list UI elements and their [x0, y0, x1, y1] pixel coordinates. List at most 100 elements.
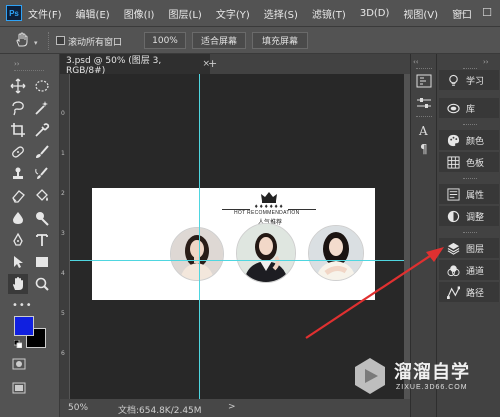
move-tool-icon[interactable] [8, 76, 28, 96]
restore-button[interactable]: ☐ [474, 0, 500, 24]
marquee-tool-icon[interactable] [32, 76, 52, 96]
layers-icon [447, 242, 460, 255]
watermark-logo [355, 358, 385, 394]
vertical-ruler: 0 1 2 3 4 5 6 [60, 74, 70, 399]
channels-icon [447, 264, 460, 276]
zoom-tool-icon[interactable] [32, 274, 52, 294]
fit-screen-button[interactable]: 适合屏幕 [192, 32, 246, 49]
menu-edit[interactable]: 编辑(E) [76, 6, 110, 21]
panel-channels[interactable]: 通道 [439, 260, 499, 280]
panel-libraries[interactable]: 库 [439, 98, 499, 118]
blur-tool-icon[interactable] [8, 208, 28, 228]
type-tool-icon[interactable] [32, 230, 52, 250]
dropdown-arrow-icon[interactable]: ▾ [34, 39, 38, 47]
panel-grip [463, 178, 477, 180]
clone-stamp-tool-icon[interactable] [8, 164, 28, 184]
swatches-icon [447, 155, 460, 169]
menu-image[interactable]: 图像(I) [124, 6, 155, 21]
collapse-icon[interactable]: ›› [14, 60, 20, 68]
zoom-level[interactable]: 50% [68, 403, 88, 413]
properties-icon [447, 187, 460, 201]
paint-bucket-tool-icon[interactable] [32, 186, 52, 206]
panel-adjustments[interactable]: 调整 [439, 206, 499, 226]
library-icon [447, 103, 460, 113]
menu-filter[interactable]: 滤镜(T) [312, 6, 346, 21]
expand-icon[interactable]: ‹‹ [413, 58, 419, 66]
watermark-title: 溜溜自学 [394, 362, 470, 383]
panel-grip [416, 116, 432, 117]
tools-panel: ›› ••• [0, 54, 60, 417]
separator [48, 32, 49, 50]
document-canvas[interactable]: ♦♦♦♦♦♦ HOT RECOMMENDATION 人气推荐 [92, 188, 375, 300]
options-bar: ▾ 滚动所有窗口 100% 适合屏幕 填充屏幕 [0, 26, 500, 54]
panel-paths[interactable]: 路径 [439, 282, 499, 302]
ruler-mark: 3 [61, 230, 65, 237]
new-tab-icon[interactable]: + [208, 57, 217, 70]
more-tools-icon[interactable]: ••• [12, 300, 33, 311]
horizontal-guide[interactable] [60, 260, 404, 261]
watermark-url: ZIXUE.3D66.COM [396, 384, 468, 391]
palette-icon [447, 134, 460, 146]
scroll-all-label: 滚动所有窗口 [68, 38, 123, 48]
crop-tool-icon[interactable] [8, 120, 28, 140]
adjust-icon [447, 210, 460, 222]
watermark: 溜溜自学 ZIXUE.3D66.COM [352, 352, 500, 404]
panel-channels-label: 通道 [466, 266, 485, 277]
panel-color[interactable]: 颜色 [439, 130, 499, 150]
ruler-mark: 0 [61, 110, 65, 117]
eraser-tool-icon[interactable] [8, 186, 28, 206]
panel-properties[interactable]: 属性 [439, 184, 499, 204]
lasso-tool-icon[interactable] [8, 98, 28, 118]
eyedropper-tool-icon[interactable] [32, 120, 52, 140]
panel-grip [463, 124, 477, 126]
minimize-button[interactable]: — [448, 0, 474, 24]
pen-tool-icon[interactable] [8, 230, 28, 250]
ruler-mark: 5 [61, 310, 65, 317]
foreground-color-swatch[interactable] [14, 316, 34, 336]
fill-screen-button[interactable]: 填充屏幕 [252, 32, 308, 49]
panel-libraries-label: 库 [466, 104, 476, 115]
healing-brush-tool-icon[interactable] [8, 142, 28, 162]
brush-tool-icon[interactable] [32, 142, 52, 162]
hand-tool-icon[interactable] [14, 32, 32, 50]
model-photo-3 [308, 225, 364, 281]
panel-grip [14, 70, 44, 71]
menu-select[interactable]: 选择(S) [264, 6, 298, 21]
adjust-sliders-icon[interactable] [416, 96, 432, 110]
hand-tool-active-icon[interactable] [8, 274, 28, 294]
panel-layers-label: 图层 [466, 244, 485, 255]
panel-layers[interactable]: 图层 [439, 238, 499, 258]
menu-3d[interactable]: 3D(D) [360, 8, 390, 19]
collapse-dock-icon[interactable]: ›› [483, 58, 489, 66]
panel-learn[interactable]: 学习 [439, 70, 499, 90]
rectangle-tool-icon[interactable] [32, 252, 52, 272]
quick-mask-icon[interactable] [12, 358, 26, 370]
canvas-area[interactable]: ♦♦♦♦♦♦ HOT RECOMMENDATION 人气推荐 [60, 74, 404, 399]
menu-view[interactable]: 视图(V) [403, 6, 438, 21]
character-panel-icon[interactable]: A [419, 124, 428, 138]
dodge-tool-icon[interactable] [32, 208, 52, 228]
banner-heading: HOT RECOMMENDATION [234, 210, 300, 216]
status-menu-arrow-icon[interactable]: > [228, 402, 236, 412]
magic-wand-tool-icon[interactable] [32, 98, 52, 118]
paragraph-panel-icon[interactable]: ¶ [420, 142, 428, 156]
panel-swatches[interactable]: 色板 [439, 152, 499, 172]
screen-mode-icon[interactable] [12, 382, 26, 394]
history-brush-tool-icon[interactable] [32, 164, 52, 184]
lightbulb-icon [449, 74, 458, 86]
zoom-100-button[interactable]: 100% [144, 32, 186, 49]
scroll-all-checkbox[interactable] [56, 36, 65, 45]
default-colors-icon[interactable] [13, 339, 23, 349]
menu-file[interactable]: 文件(F) [28, 6, 62, 21]
panel-swatches-label: 色板 [466, 158, 485, 169]
history-icon[interactable] [416, 74, 432, 88]
document-tab-title: 3.psd @ 50% (图层 3, RGB/8#) [66, 55, 162, 76]
vertical-guide[interactable] [199, 74, 200, 399]
ruler-mark: 6 [61, 350, 65, 357]
photoshop-logo[interactable]: Ps [6, 5, 22, 21]
crown-icon [261, 192, 277, 203]
menu-type[interactable]: 文字(Y) [216, 6, 250, 21]
path-selection-tool-icon[interactable] [8, 252, 28, 272]
document-tab[interactable]: 3.psd @ 50% (图层 3, RGB/8#) × [60, 54, 210, 76]
menu-layer[interactable]: 图层(L) [168, 6, 201, 21]
